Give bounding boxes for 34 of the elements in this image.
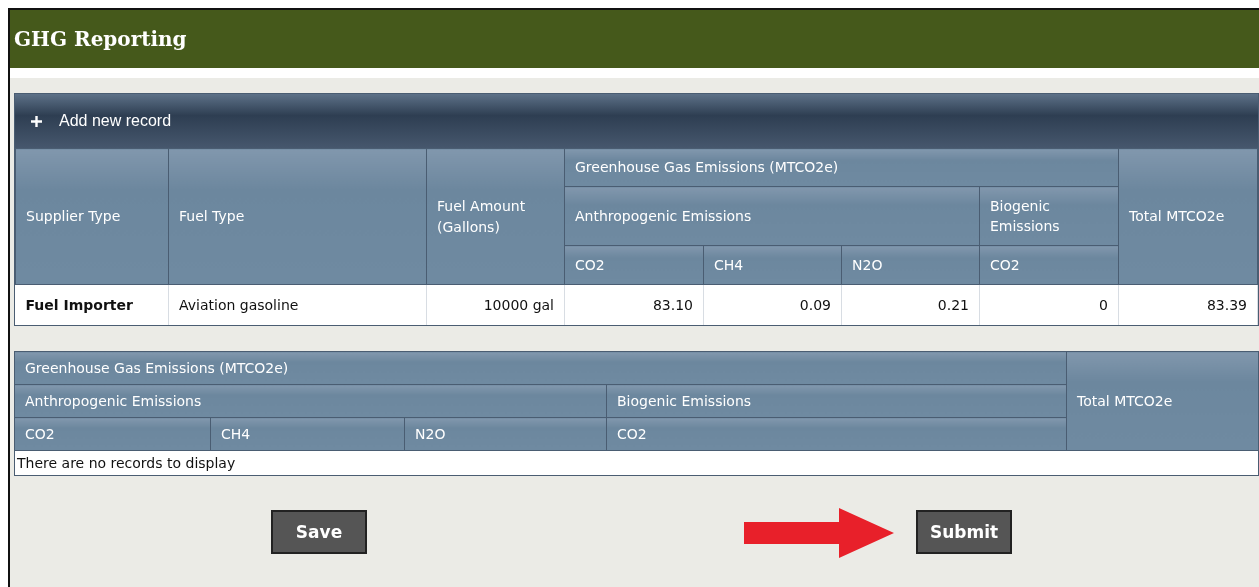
column-header: N2O <box>404 417 607 451</box>
column-header: N2O <box>841 245 980 285</box>
arrow-icon <box>744 508 894 558</box>
column-header: Fuel Type <box>168 148 427 285</box>
column-header: CH4 <box>210 417 405 451</box>
column-header: Greenhouse Gas Emissions (MTCO2e) <box>14 351 1067 385</box>
column-header: CO2 <box>979 245 1119 285</box>
table-cell: Fuel Importer <box>15 284 169 325</box>
column-header: Greenhouse Gas Emissions (MTCO2e) <box>564 148 1119 187</box>
table-cell: 83.10 <box>564 284 704 325</box>
column-header: Anthropogenic Emissions <box>564 186 980 246</box>
table-cell: Aviation gasoline <box>168 284 427 325</box>
column-header: Total MTCO2e <box>1118 148 1258 285</box>
column-header: CO2 <box>564 245 704 285</box>
table-cell: 83.39 <box>1118 284 1258 325</box>
plus-icon <box>31 115 42 127</box>
table-cell: 0.21 <box>841 284 980 325</box>
column-header: CH4 <box>703 245 842 285</box>
column-header: Fuel Amount (Gallons) <box>426 148 565 285</box>
column-header: Anthropogenic Emissions <box>14 384 607 418</box>
column-header: Supplier Type <box>15 148 169 285</box>
column-header: Biogenic Emissions <box>606 384 1067 418</box>
page-title: GHG Reporting <box>14 27 187 51</box>
action-button[interactable]: Submit <box>916 510 1012 554</box>
column-header: Total MTCO2e <box>1066 351 1259 451</box>
empty-message: There are no records to display <box>17 455 236 471</box>
action-button[interactable]: Save <box>271 510 367 554</box>
table-cell: 10000 gal <box>426 284 565 325</box>
table-cell: 0 <box>979 284 1119 325</box>
column-header: Biogenic Emissions <box>979 186 1119 246</box>
column-header: CO2 <box>14 417 211 451</box>
table-cell: 0.09 <box>703 284 842 325</box>
column-header: CO2 <box>606 417 1067 451</box>
add-record-button[interactable]: Add new record <box>31 112 172 130</box>
